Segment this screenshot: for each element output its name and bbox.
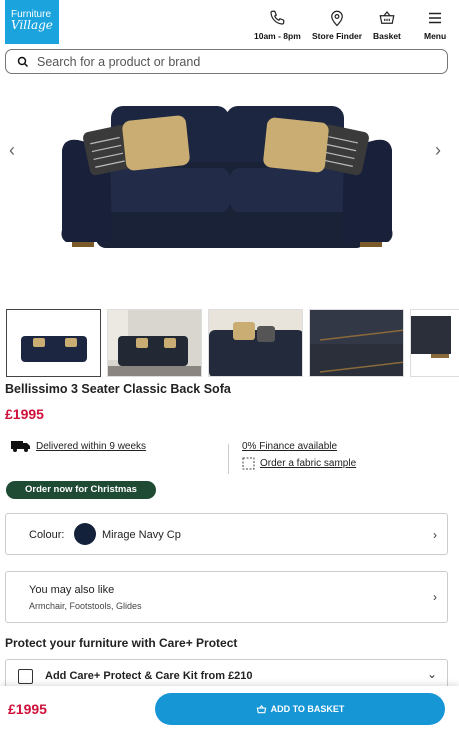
thumbnail-4[interactable]: [309, 309, 404, 377]
thumbnail-strip: [6, 309, 459, 378]
search-icon: [17, 56, 29, 67]
basket-link[interactable]: Basket: [373, 9, 401, 41]
basket-icon: [379, 11, 395, 24]
site-header: Furniture Village 10am - 8pm Store Finde…: [0, 0, 459, 46]
also-like-items: Armchair, Footstools, Glides: [29, 601, 142, 611]
menu-icon: [429, 12, 442, 24]
store-finder-link[interactable]: Store Finder: [312, 9, 362, 41]
chevron-right-icon: ›: [433, 590, 437, 604]
chevron-left-icon[interactable]: ‹: [9, 140, 15, 161]
menu-button[interactable]: Menu: [424, 9, 446, 41]
add-to-basket-button[interactable]: ADD TO BASKET: [155, 693, 445, 725]
logo-text-line2: Village: [11, 18, 53, 32]
care-protect-label: Add Care+ Protect & Care Kit from £210: [45, 670, 253, 682]
menu-label: Menu: [424, 31, 447, 41]
colour-label: Colour:: [29, 529, 65, 541]
thumbnail-1[interactable]: [6, 309, 101, 377]
add-to-basket-label: ADD TO BASKET: [270, 704, 345, 714]
map-pin-icon: [331, 10, 343, 27]
search-input[interactable]: [37, 54, 417, 69]
fabric-sample-link[interactable]: Order a fabric sample: [260, 458, 356, 469]
also-like-title: You may also like: [29, 584, 115, 596]
thumbnail-detail-image: [310, 310, 403, 376]
info-divider: [228, 444, 229, 474]
finance-link[interactable]: 0% Finance available: [242, 441, 337, 452]
chevron-down-icon[interactable]: ⌄: [427, 667, 437, 681]
basket-icon: [256, 704, 266, 713]
basket-label: Basket: [373, 31, 401, 41]
product-main-image[interactable]: [0, 82, 459, 302]
christmas-badge: Order now for Christmas: [6, 481, 156, 499]
protect-heading: Protect your furniture with Care+ Protec…: [5, 636, 238, 650]
care-protect-checkbox[interactable]: [18, 669, 33, 684]
colour-value: Mirage Navy Cp: [102, 529, 181, 541]
thumbnail-3[interactable]: [208, 309, 303, 377]
chevron-right-icon: ›: [433, 528, 437, 542]
delivery-truck-icon: [11, 441, 30, 452]
colour-swatch: [74, 523, 96, 545]
store-finder-label: Store Finder: [312, 31, 363, 41]
footer-price: £1995: [8, 701, 47, 717]
colour-selector[interactable]: Colour: Mirage Navy Cp ›: [5, 513, 448, 555]
opening-hours-link[interactable]: 10am - 8pm: [254, 9, 301, 41]
thumbnail-2[interactable]: [107, 309, 202, 377]
fabric-sample-icon: [242, 457, 255, 470]
thumbnail-leg-image: [411, 310, 459, 376]
sofa-image: [61, 106, 393, 248]
thumbnail-sofa-image: [7, 310, 100, 376]
thumbnail-5[interactable]: [410, 309, 459, 377]
chevron-right-icon[interactable]: ›: [435, 140, 441, 161]
product-price: £1995: [5, 406, 44, 422]
thumbnail-closeup-image: [209, 310, 302, 376]
search-bar[interactable]: [5, 49, 448, 74]
delivery-link[interactable]: Delivered within 9 weeks: [36, 441, 146, 452]
sticky-footer: £1995 ADD TO BASKET: [0, 686, 459, 736]
phone-icon: [270, 10, 285, 25]
furniture-village-logo[interactable]: Furniture Village: [5, 0, 59, 44]
thumbnail-room-image: [108, 310, 201, 376]
product-title: Bellissimo 3 Seater Classic Back Sofa: [5, 382, 231, 396]
hours-label: 10am - 8pm: [254, 31, 301, 41]
also-like-card[interactable]: You may also like Armchair, Footstools, …: [5, 571, 448, 623]
